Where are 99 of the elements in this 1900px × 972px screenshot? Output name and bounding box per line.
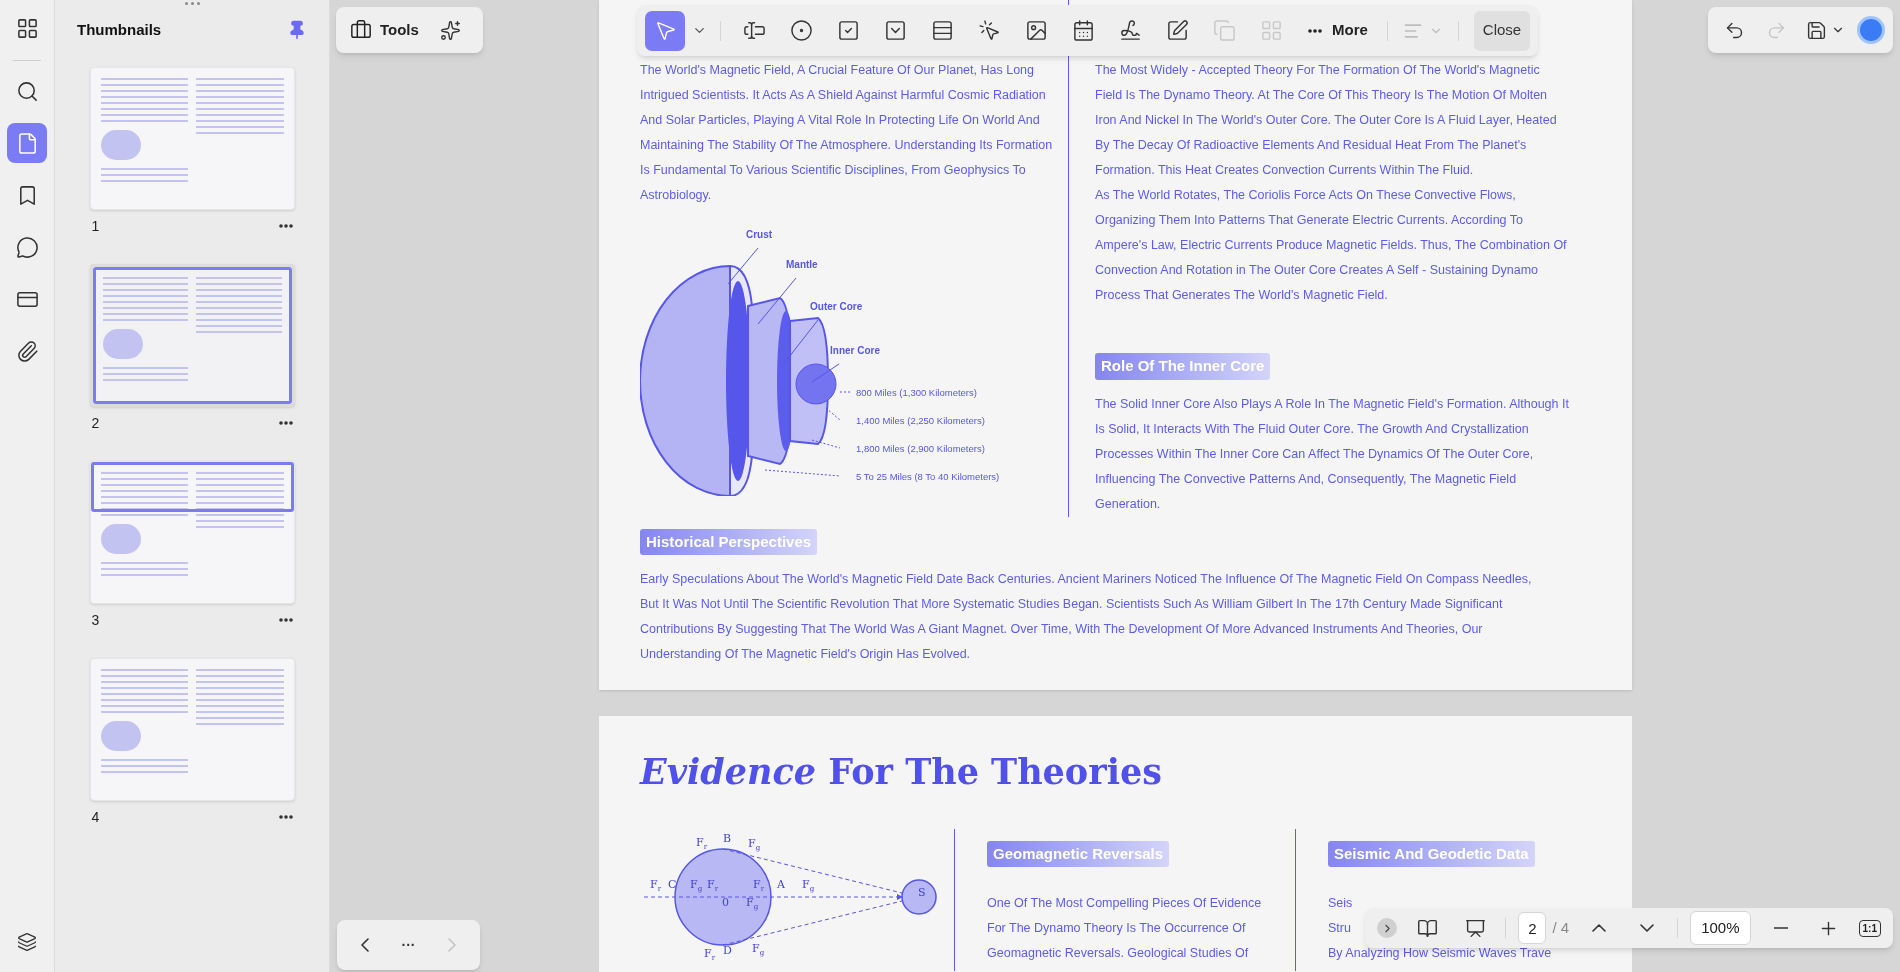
section-heading: Geomagnetic Reversals xyxy=(987,840,1170,867)
section-heading: Historical Perspectives xyxy=(640,528,818,555)
chevron-right-icon xyxy=(448,938,456,952)
force-label: D xyxy=(723,943,732,957)
force-label: F$_{g}$ xyxy=(748,836,761,852)
zoom-level-field[interactable]: 100% xyxy=(1690,911,1751,945)
force-label: F$_{g}$ xyxy=(746,895,759,911)
chevron-up-icon xyxy=(1592,924,1607,932)
leader-line xyxy=(727,247,759,285)
minus-icon xyxy=(1773,927,1788,929)
more-pages-button[interactable]: ··· xyxy=(401,934,416,956)
leader-line xyxy=(757,277,797,325)
page-thumbnail[interactable] xyxy=(89,657,295,801)
paperclip-icon xyxy=(15,339,39,363)
force-label: F$_{r}$ xyxy=(707,877,718,893)
page-thumbnail[interactable] xyxy=(89,460,295,604)
page-thumbnail[interactable] xyxy=(89,66,295,210)
image-icon xyxy=(1024,19,1048,42)
page-total: / 4 xyxy=(1552,917,1570,938)
toolbox-icon xyxy=(350,19,372,41)
grid-icon xyxy=(1259,19,1283,42)
comment-icon xyxy=(15,235,39,259)
force-label: F$_{g}$ xyxy=(752,941,765,957)
force-label: C xyxy=(668,877,677,891)
leader-line xyxy=(811,439,841,449)
ellipsis-icon xyxy=(278,815,293,819)
dropdown-icon xyxy=(883,19,907,42)
layer-label: Inner Core xyxy=(830,345,880,356)
list-box-icon xyxy=(930,19,954,42)
page-title: Evidence For The Theories xyxy=(640,750,1163,794)
distance-label: 5 To 25 Miles (8 To 40 Kilometers) xyxy=(856,471,1000,482)
copy-icon xyxy=(1212,19,1236,42)
force-label: S xyxy=(918,885,926,899)
body-text: As The World Rotates, The Coriolis Force Acts On These Convective Flows, Organizing Them Into Patterns That Generate Electric Currents. According To Ampere's Law, Electric Currents Produce Magnetic Fields. Thus, The Combination Of Convection And Rotation in The Outer Core Creates A Self - Sustaining Dynamo Process That Generates The World's Magnetic Field. xyxy=(1095,187,1568,304)
presentation-icon xyxy=(1465,917,1486,939)
leader-line xyxy=(839,391,853,393)
layer-label: Mantle xyxy=(786,259,818,270)
calendar-icon xyxy=(1071,19,1095,42)
body-text: Geomagnetic Reversals. Geological Studies Of xyxy=(987,945,1249,962)
force-label: 0 xyxy=(722,895,729,909)
checkbox-icon xyxy=(836,19,860,42)
panel-title: Thumbnails xyxy=(77,20,162,40)
radio-button-icon xyxy=(789,19,813,42)
ellipsis-icon xyxy=(278,421,293,425)
force-label: F$_{r}$ xyxy=(696,835,707,851)
section-heading: Seismic And Geodetic Data xyxy=(1328,840,1535,867)
ellipsis-icon xyxy=(1308,28,1322,33)
body-text: For The Dynamo Theory Is The Occurrence Of xyxy=(987,920,1246,937)
layer-label: Outer Core xyxy=(810,301,863,312)
more-button[interactable]: More xyxy=(1304,19,1372,42)
assistant-logo-icon[interactable] xyxy=(1857,16,1885,44)
pen-card-icon xyxy=(1165,19,1189,42)
body-text: The Solid Inner Core Also Plays A Role In The Magnetic Field's Formation. Although It Is Solid, It Interacts With The Fluid Outer Core. The Growth And Crystallization Processes Within The Inner Core Can Affect The Dynamics Of The Outer Core, Influencing The Convective Patterns And, Consequently, The Magnetic Field Generation. xyxy=(1095,395,1569,513)
actual-size-button[interactable]: 1:1 xyxy=(1858,919,1881,937)
page-number: 1 xyxy=(91,216,100,236)
body-text: Seis xyxy=(1328,895,1353,912)
ellipsis-icon xyxy=(278,618,293,622)
body-text: Early Speculations About The World's Magnetic Field Date Back Centuries. Ancient Mariners Noticed The Influence Of The Magnetic Field On Compass Needles, But It Was Not Until The Scientific Revolution That More Systematic Studies Began. Scientists Such As William Gilbert In The 17th Century Made Significant Contributions By Suggesting That The World Was A Giant Magnet. Over Time, With The Development Of More Advanced Instruments And Theories, Our Understanding Of The Magnetic Field's Origin Has Evolved. xyxy=(640,571,1533,663)
page-thumbnail[interactable] xyxy=(89,263,295,407)
force-label: F$_{r}$ xyxy=(704,946,715,962)
pin-icon xyxy=(287,20,307,41)
leader-line xyxy=(825,407,841,421)
page-input[interactable]: 2 xyxy=(1518,912,1547,944)
force-label: F$_{r}$ xyxy=(753,877,764,893)
pin-button[interactable] xyxy=(287,20,307,41)
force-label: F$_{r}$ xyxy=(650,877,661,893)
book-icon xyxy=(1417,917,1438,939)
layers-icon xyxy=(17,932,37,952)
apps-icon xyxy=(15,16,39,40)
moon-drawing xyxy=(901,878,937,915)
distance-label: 800 Miles (1,300 Kilometers) xyxy=(856,387,977,398)
page-number: 2 xyxy=(91,413,100,433)
signature-icon xyxy=(1118,19,1142,42)
force-label: F$_{g}$ xyxy=(802,877,815,893)
distance-label: 1,800 Miles (2,900 Kilometers) xyxy=(856,443,985,454)
section-heading: Role Of The Inner Core xyxy=(1095,353,1271,380)
text-field-icon xyxy=(742,19,766,42)
body-text: One Of The Most Compelling Pieces Of Evidence xyxy=(987,895,1262,912)
chevron-down-icon xyxy=(1640,924,1655,932)
search-icon xyxy=(15,79,39,103)
body-text: The World's Magnetic Field, A Crucial Feature Of Our Planet, Has Long Intrigued Scientists. It Acts As A Shield Against Harmful Cosmic Radiation And Solar Particles, Playing A Vital Role In Protecting Life On World And Maintaining The Stability Of The Atmosphere. Understanding Its Formation Is Fundamental To Various Scientific Disciplines, From Geophysics To Astrobiology. xyxy=(640,62,1054,204)
body-text: By Analyzing How Seismic Waves Trave xyxy=(1328,945,1552,962)
force-label: B xyxy=(723,831,732,845)
page-number: 3 xyxy=(91,610,100,630)
sparkle-icon xyxy=(440,19,462,41)
force-label: F$_{g}$ xyxy=(690,877,703,893)
body-text: Stru xyxy=(1328,920,1351,937)
ellipsis-icon xyxy=(278,224,293,228)
close-button[interactable]: Close xyxy=(1473,10,1531,51)
body-text: The Most Widely - Accepted Theory For The Formation Of The World's Magnetic Field Is The Dynamo Theory. At The Core Of This Theory Is The Motion Of Molten Iron And Nickel In The World's Outer Core. The Outer Core Is A Fluid Layer, Heated By The Decay Of Radioactive Elements And Residual Heat From The Planet's Formation. This Heat Creates Convection Currents Within The Fluid. xyxy=(1095,62,1558,179)
layer-label: Crust xyxy=(746,229,773,240)
page-number: 4 xyxy=(91,807,100,827)
tools-button[interactable]: Tools xyxy=(350,18,419,42)
save-icon xyxy=(1806,19,1827,41)
expand-button[interactable] xyxy=(1377,918,1398,938)
force-label: A xyxy=(777,877,785,891)
distance-label: 1,400 Miles (2,250 Kilometers) xyxy=(856,415,985,426)
chevron-left-icon xyxy=(361,938,369,952)
button-click-icon xyxy=(977,19,1001,42)
